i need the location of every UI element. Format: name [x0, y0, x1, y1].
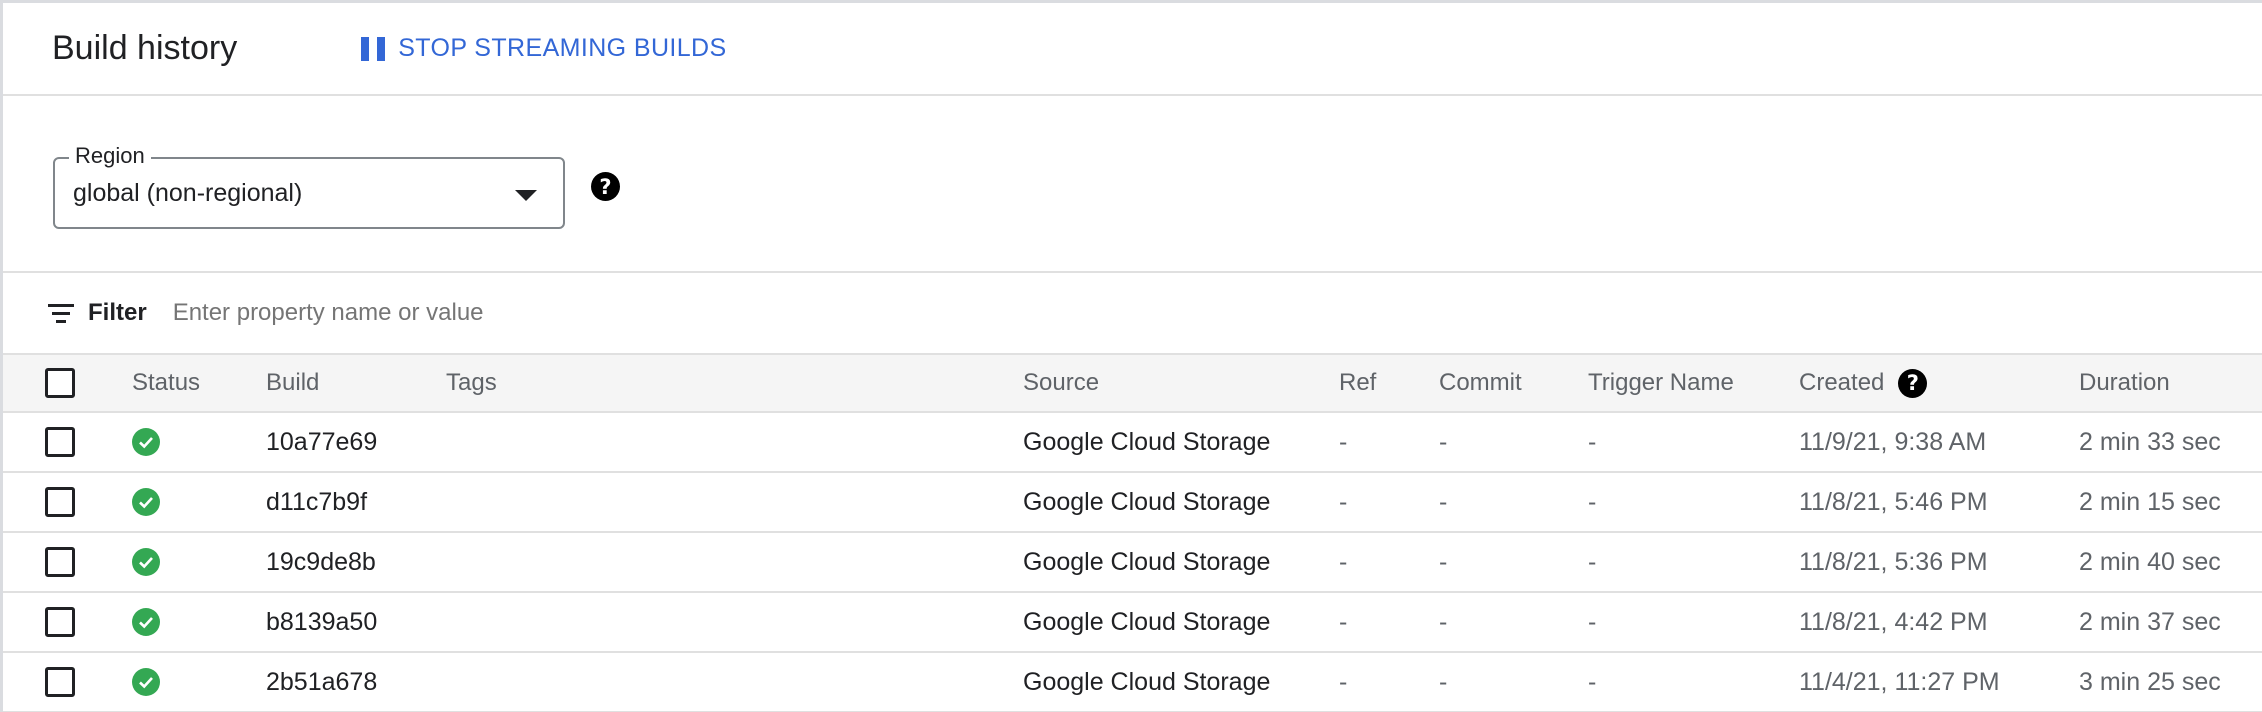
build-id[interactable]: 19c9de8b [266, 533, 376, 591]
build-id[interactable]: 2b51a678 [266, 653, 377, 711]
header-checkbox-cell [45, 355, 75, 411]
caret-down-icon [515, 190, 537, 201]
row-checkbox[interactable] [45, 667, 75, 697]
row-checkbox-cell [45, 653, 75, 711]
ref-cell: - [1339, 607, 1348, 636]
status-cell [132, 413, 160, 471]
column-header-duration[interactable]: Duration [2079, 355, 2170, 411]
build-id[interactable]: d11c7b9f [266, 473, 367, 531]
trigger-name-cell: - [1588, 607, 1597, 636]
region-help-icon[interactable]: ? [591, 172, 620, 201]
commit-cell: - [1439, 487, 1448, 516]
check-circle-icon [132, 428, 160, 456]
region-section: Region global (non-regional) ? [3, 96, 2262, 273]
check-circle-icon [132, 608, 160, 636]
commit-cell: - [1439, 547, 1448, 576]
status-cell [132, 533, 160, 591]
row-checkbox-cell [45, 473, 75, 531]
status-cell [132, 593, 160, 651]
source-cell: Google Cloud Storage [1023, 667, 1271, 696]
ref-cell: - [1339, 487, 1348, 516]
ref-cell: - [1339, 427, 1348, 456]
filter-input[interactable] [172, 299, 1373, 327]
select-all-checkbox[interactable] [45, 368, 75, 398]
status-cell [132, 653, 160, 711]
pause-icon [361, 36, 386, 61]
region-select[interactable]: Region global (non-regional) [53, 143, 565, 229]
table-body: 10a77e69 Google Cloud Storage - - - 11/9… [3, 413, 2262, 712]
ref-cell: - [1339, 667, 1348, 696]
filter-label[interactable]: Filter [88, 299, 147, 327]
row-checkbox[interactable] [45, 487, 75, 517]
created-cell: 11/8/21, 5:46 PM [1799, 487, 1988, 516]
ref-cell: - [1339, 547, 1348, 576]
column-header-created-label: Created [1799, 369, 1885, 396]
created-cell: 11/4/21, 11:27 PM [1799, 667, 2000, 696]
source-cell: Google Cloud Storage [1023, 487, 1271, 516]
created-help-icon[interactable]: ? [1898, 368, 1928, 398]
trigger-name-cell: - [1588, 547, 1597, 576]
duration-cell: 2 min 33 sec [2079, 427, 2221, 456]
status-cell [132, 473, 160, 531]
table-row[interactable]: 19c9de8b Google Cloud Storage - - - 11/8… [3, 533, 2262, 593]
commit-cell: - [1439, 427, 1448, 456]
page-title: Build history [52, 29, 238, 67]
source-cell: Google Cloud Storage [1023, 427, 1271, 456]
row-checkbox-cell [45, 593, 75, 651]
check-circle-icon [132, 488, 160, 516]
trigger-name-cell: - [1588, 427, 1597, 456]
trigger-name-cell: - [1588, 667, 1597, 696]
duration-cell: 2 min 15 sec [2079, 487, 2221, 516]
table-header-row: Status Build Tags Source Ref Commit Trig… [3, 355, 2262, 413]
row-checkbox-cell [45, 533, 75, 591]
column-header-trigger-name[interactable]: Trigger Name [1588, 355, 1734, 411]
page-header: Build history STOP STREAMING BUILDS [3, 3, 2262, 96]
check-circle-icon [132, 548, 160, 576]
created-cell: 11/8/21, 5:36 PM [1799, 547, 1988, 576]
column-header-status[interactable]: Status [132, 355, 200, 411]
source-cell: Google Cloud Storage [1023, 607, 1271, 636]
column-header-tags[interactable]: Tags [446, 355, 497, 411]
row-checkbox[interactable] [45, 547, 75, 577]
table-row[interactable]: d11c7b9f Google Cloud Storage - - - 11/8… [3, 473, 2262, 533]
column-header-created[interactable]: Created ? [1799, 355, 1928, 411]
commit-cell: - [1439, 667, 1448, 696]
filter-icon[interactable] [46, 301, 76, 325]
row-checkbox-cell [45, 413, 75, 471]
filter-bar: Filter [3, 273, 2262, 355]
check-circle-icon [132, 668, 160, 696]
stop-streaming-builds-label: STOP STREAMING BUILDS [398, 34, 727, 62]
region-value: global (non-regional) [73, 179, 303, 207]
table-row[interactable]: b8139a50 Google Cloud Storage - - - 11/8… [3, 593, 2262, 653]
commit-cell: - [1439, 607, 1448, 636]
stop-streaming-builds-button[interactable]: STOP STREAMING BUILDS [361, 34, 726, 63]
duration-cell: 3 min 25 sec [2079, 667, 2221, 696]
source-cell: Google Cloud Storage [1023, 547, 1271, 576]
created-cell: 11/8/21, 4:42 PM [1799, 607, 1988, 636]
duration-cell: 2 min 40 sec [2079, 547, 2221, 576]
column-header-commit[interactable]: Commit [1439, 355, 1522, 411]
builds-table: Status Build Tags Source Ref Commit Trig… [3, 355, 2262, 712]
build-id[interactable]: b8139a50 [266, 593, 377, 651]
trigger-name-cell: - [1588, 487, 1597, 516]
table-row[interactable]: 10a77e69 Google Cloud Storage - - - 11/9… [3, 413, 2262, 473]
build-id[interactable]: 10a77e69 [266, 413, 377, 471]
region-label: Region [69, 143, 151, 169]
row-checkbox[interactable] [45, 427, 75, 457]
column-header-source[interactable]: Source [1023, 355, 1099, 411]
build-history-page: Build history STOP STREAMING BUILDS Regi… [0, 0, 2262, 712]
column-header-ref[interactable]: Ref [1339, 355, 1376, 411]
table-row[interactable]: 2b51a678 Google Cloud Storage - - - 11/4… [3, 653, 2262, 712]
duration-cell: 2 min 37 sec [2079, 607, 2221, 636]
column-header-build[interactable]: Build [266, 355, 319, 411]
row-checkbox[interactable] [45, 607, 75, 637]
created-cell: 11/9/21, 9:38 AM [1799, 427, 1987, 456]
